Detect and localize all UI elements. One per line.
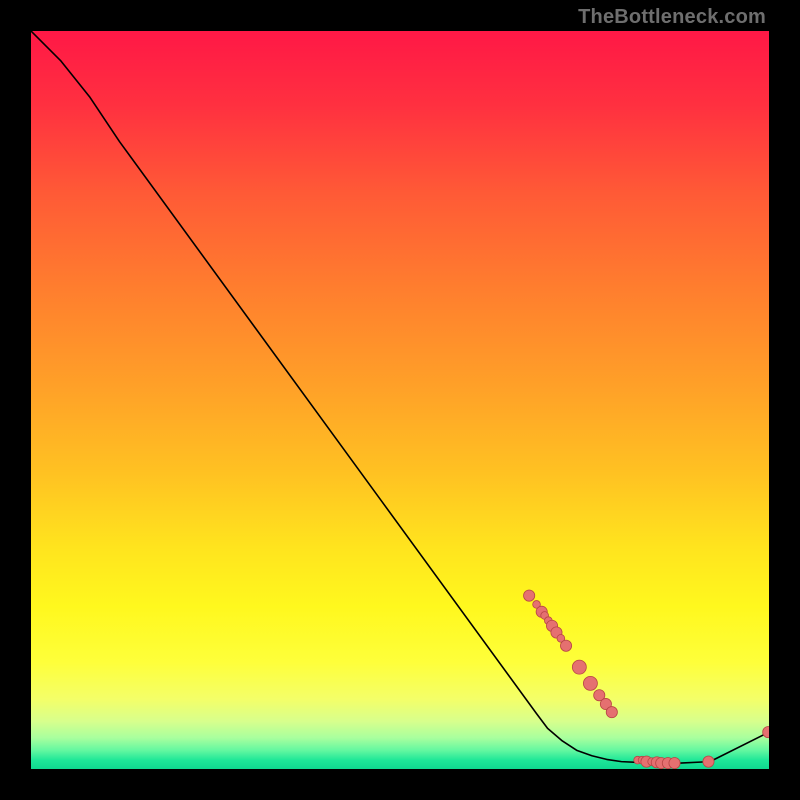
attribution-watermark: TheBottleneck.com [578, 6, 766, 29]
data-point [703, 756, 714, 767]
data-point [763, 727, 769, 738]
curve-layer [31, 31, 769, 769]
data-points [524, 590, 769, 769]
data-point [583, 676, 597, 690]
chart-frame: TheBottleneck.com [0, 0, 800, 800]
data-point [606, 707, 617, 718]
data-point [669, 758, 680, 769]
plot-area [31, 31, 769, 769]
data-point [560, 640, 571, 651]
data-point [572, 660, 586, 674]
data-point [524, 590, 535, 601]
bottleneck-curve [31, 31, 769, 763]
